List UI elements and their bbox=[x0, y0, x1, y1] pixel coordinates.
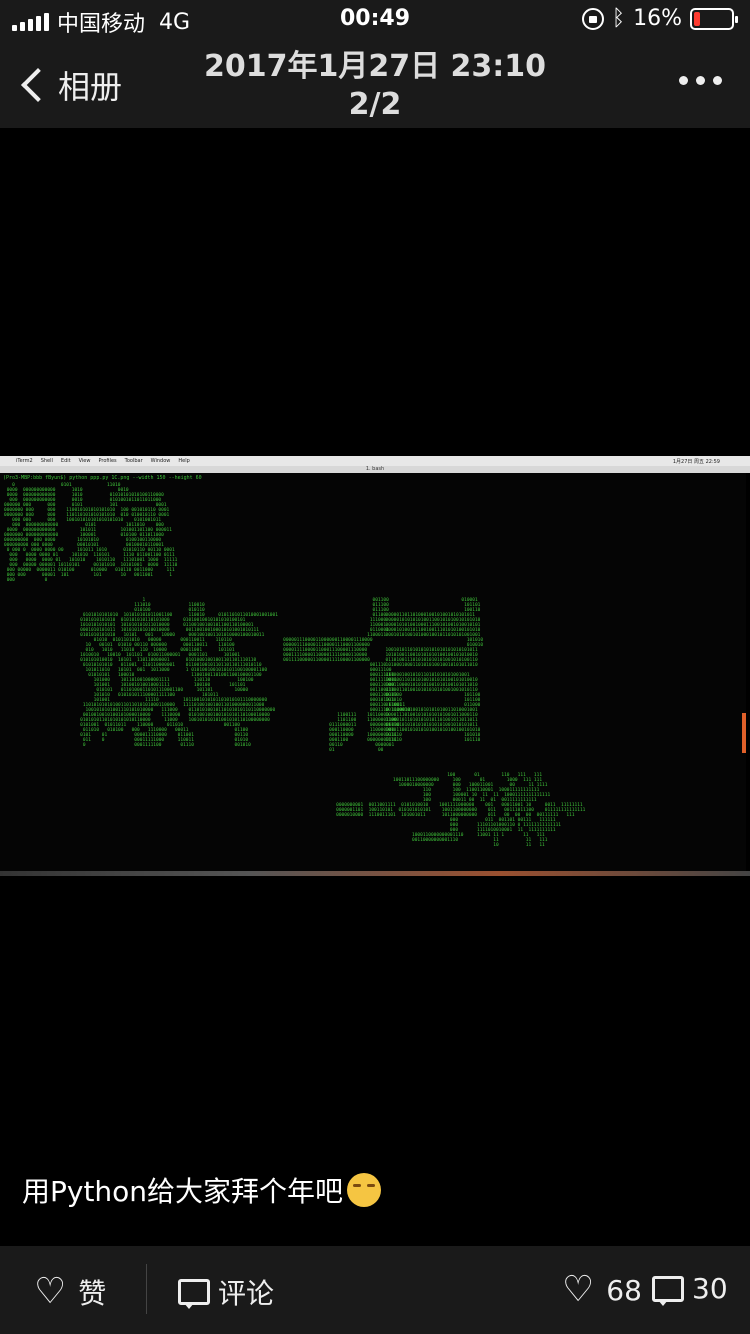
like-label: 赞 bbox=[78, 1277, 107, 1310]
menu-item: iTerm2 bbox=[16, 458, 33, 464]
battery-percent: 16% bbox=[633, 6, 682, 31]
status-right: ᛒ 16% bbox=[581, 6, 738, 31]
terminal-content: (Pro3-MBP:bbb fByun$) python ppp.py 1C.p… bbox=[0, 473, 746, 871]
comment-count-button[interactable]: 30 bbox=[652, 1272, 728, 1306]
bluetooth-icon: ᛒ bbox=[611, 6, 626, 31]
terminal-window-title: 1. bash bbox=[0, 466, 750, 473]
terminal-command: (Pro3-MBP:bbb fByun$) python ppp.py 1C.p… bbox=[3, 475, 202, 481]
battery-level bbox=[694, 11, 700, 26]
photo-index: 2/2 bbox=[348, 87, 402, 122]
like-button[interactable]: ♡ 赞 bbox=[34, 1272, 106, 1312]
menu-item: Toolbar bbox=[124, 458, 143, 464]
photo-bottom-strip bbox=[0, 871, 750, 876]
comment-icon bbox=[652, 1275, 684, 1306]
menu-item: Window bbox=[150, 458, 171, 464]
battery-icon bbox=[690, 7, 738, 30]
like-count-button[interactable]: ♡ 68 bbox=[562, 1272, 642, 1308]
page-title: 2017年1月27日 23:10 2/2 bbox=[0, 48, 750, 124]
ascii-art-block: 100 01 110 111 111 10011011100000000 100… bbox=[336, 773, 586, 848]
caption-text: 用Python给大家拜个年吧 bbox=[22, 1175, 344, 1208]
menu-item: Shell bbox=[40, 458, 53, 464]
navigation-bar: 相册 2017年1月27日 23:10 2/2 bbox=[0, 40, 750, 128]
heart-icon: ♡ bbox=[34, 1271, 67, 1312]
status-bar: 中国移动 4G 00:49 ᛒ 16% bbox=[0, 0, 750, 40]
mac-menubar: iTerm2 Shell Edit View Profiles Toolbar … bbox=[0, 456, 750, 466]
comment-button[interactable]: 评论 bbox=[178, 1272, 274, 1312]
like-count: 68 bbox=[606, 1273, 642, 1307]
ascii-art-block: 0 0101 11010 0000 000000000000 1010 0010… bbox=[4, 483, 178, 583]
post-caption: 用Python给大家拜个年吧 bbox=[22, 1170, 382, 1210]
photo-edge-artifact bbox=[742, 713, 746, 753]
comment-icon bbox=[178, 1279, 210, 1309]
menu-item: Help bbox=[178, 458, 190, 464]
ascii-art-block: 010001 101101 100110 0000011011010001001… bbox=[385, 598, 484, 743]
photo-viewer[interactable]: iTerm2 Shell Edit View Profiles Toolbar … bbox=[0, 456, 750, 876]
more-dots-icon[interactable] bbox=[679, 76, 722, 85]
orientation-lock-icon bbox=[581, 7, 604, 30]
heart-icon: ♡ bbox=[562, 1269, 595, 1310]
photo-date: 2017年1月27日 23:10 bbox=[203, 49, 547, 84]
menu-item: Edit bbox=[60, 458, 71, 464]
smiling-face-emoji bbox=[347, 1173, 382, 1207]
bottom-action-bar: ♡ 赞 评论 ♡ 68 30 bbox=[0, 1246, 750, 1334]
ascii-art-block: 1 111010 110010 010100 010110 0101010101… bbox=[80, 598, 278, 748]
menu-item: Profiles bbox=[98, 458, 117, 464]
menubar-clock: 1月27日 周五 22:59 bbox=[672, 458, 720, 465]
menu-item: View bbox=[78, 458, 91, 464]
divider bbox=[146, 1264, 147, 1314]
comment-label: 评论 bbox=[218, 1277, 275, 1310]
comment-count: 30 bbox=[692, 1272, 728, 1305]
